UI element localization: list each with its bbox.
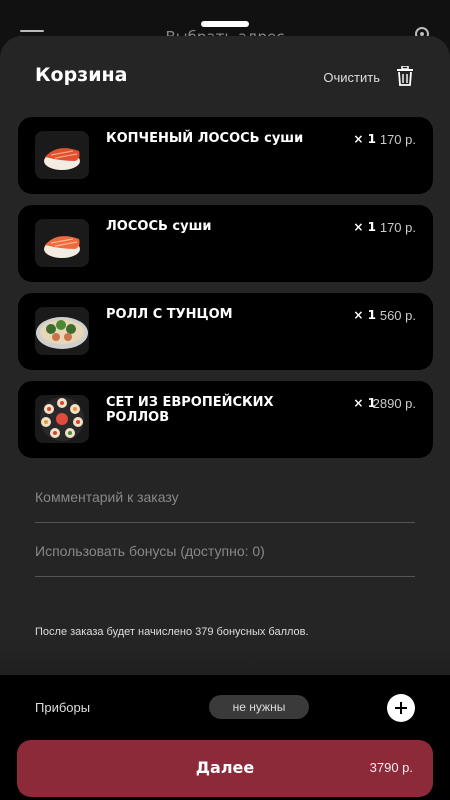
item-price: 170 р.: [379, 132, 416, 147]
cart-item[interactable]: ЛОСОСЬ суши × 1 170 р.: [18, 205, 433, 282]
salmon-sushi-image: [35, 219, 89, 267]
order-comment-input[interactable]: [35, 481, 415, 505]
item-name: СЕТ ИЗ ЕВРОПЕЙСКИХ РОЛЛОВ: [106, 395, 274, 425]
tuna-roll-image: [35, 307, 89, 355]
cart-item[interactable]: КОПЧЕНЫЙ ЛОСОСЬ суши × 1 170 р.: [18, 117, 433, 194]
trash-icon[interactable]: [396, 66, 414, 86]
order-total: 3790 р.: [369, 760, 413, 775]
add-cutlery-button[interactable]: [387, 694, 415, 722]
bonus-input[interactable]: [35, 535, 415, 559]
bottom-bar: Приборы не нужны Далее 3790 р.: [0, 675, 450, 800]
bonus-note: После заказа будет начислено 379 бонусны…: [35, 626, 309, 638]
item-quantity: × 1: [353, 396, 376, 410]
item-quantity: × 1: [353, 308, 376, 322]
cart-item[interactable]: СЕТ ИЗ ЕВРОПЕЙСКИХ РОЛЛОВ × 1 2890 р.: [18, 381, 433, 458]
european-rolls-set-image: [35, 395, 89, 443]
sheet-drag-handle[interactable]: [201, 21, 249, 27]
item-name: ЛОСОСЬ суши: [106, 219, 212, 234]
cutlery-label: Приборы: [35, 700, 91, 715]
item-quantity: × 1: [353, 132, 376, 146]
cutlery-value-chip[interactable]: не нужны: [209, 695, 309, 719]
next-button[interactable]: Далее 3790 р.: [17, 740, 433, 797]
cart-title: Корзина: [35, 64, 128, 86]
smoked-salmon-sushi-image: [35, 131, 89, 179]
item-price: 560 р.: [379, 308, 416, 323]
item-name: РОЛЛ С ТУНЦОМ: [106, 307, 233, 322]
item-quantity: × 1: [353, 220, 376, 234]
cart-item[interactable]: РОЛЛ С ТУНЦОМ × 1 560 р.: [18, 293, 433, 370]
item-price: 170 р.: [379, 220, 416, 235]
order-comment-field[interactable]: [35, 481, 415, 523]
bonus-field[interactable]: [35, 535, 415, 577]
item-price: 2890 р.: [372, 396, 416, 411]
clear-cart-button[interactable]: Очистить: [323, 70, 380, 85]
item-name: КОПЧЕНЫЙ ЛОСОСЬ суши: [106, 131, 304, 146]
